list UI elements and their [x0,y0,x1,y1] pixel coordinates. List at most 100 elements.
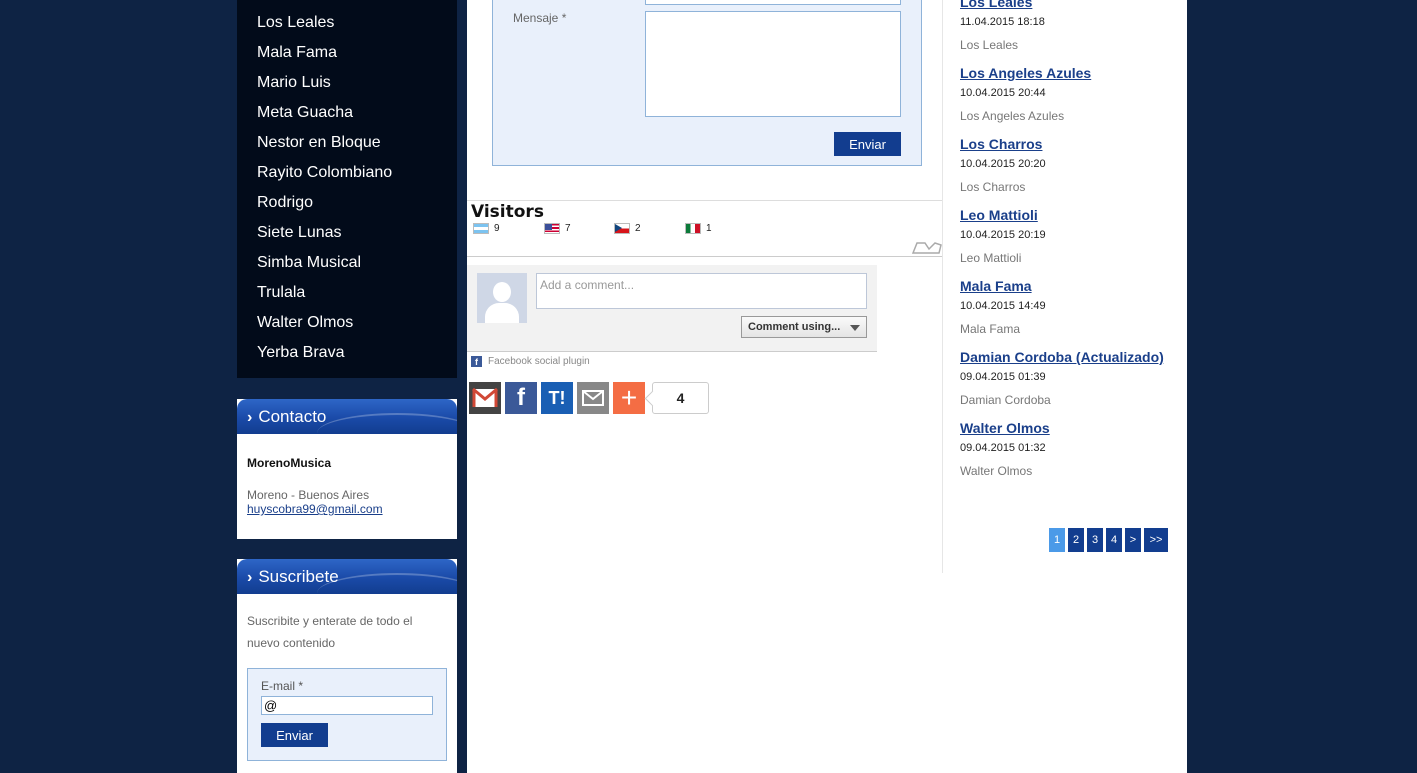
share-count: 4 [652,382,709,414]
post-item: Los Angeles Azules 10.04.2015 20:44 Los An… [960,65,1175,123]
post-date: 09.04.2015 01:32 [960,442,1046,454]
page-link[interactable]: 2 [1068,528,1084,552]
visitor-count: 9 [494,223,500,234]
czech-flag-icon [614,223,630,234]
page-link[interactable]: >> [1144,528,1168,552]
subscribe-form: E-mail * Enviar [247,668,447,761]
contact-widget: › Contacto MorenoMusica Moreno - Buenos A… [237,399,457,539]
post-date: 10.04.2015 20:20 [960,158,1046,170]
contact-email-link[interactable]: huyscobra99@gmail.com [247,502,383,516]
subscribe-email-input[interactable] [261,696,433,715]
message-label: Mensaje * [513,11,567,25]
comment-using-dropdown[interactable]: Comment using... [741,316,867,338]
visitor-count: 7 [565,223,571,234]
post-author: Leo Mattioli [960,251,1022,265]
post-date: 10.04.2015 14:49 [960,300,1046,312]
nav-item[interactable]: Siete Lunas [237,218,457,248]
artist-nav: Los Leales Mala Fama Mario Luis Meta Guacha… [237,0,457,378]
visitor-count-mx: 1 [685,223,712,234]
addthis-plus-icon[interactable]: + [613,382,645,414]
comment-input[interactable]: Add a comment... [536,273,867,309]
page-link[interactable]: 1 [1049,528,1065,552]
nav-item[interactable]: Walter Olmos [237,308,457,338]
post-item: Los Leales 11.04.2015 18:18 Los Leales [960,0,1175,52]
nav-item[interactable]: Yerba Brava [237,338,457,368]
subscribe-widget: › Suscribete Suscribite y enterate de tod… [237,559,457,773]
comment-using-label: Comment using... [748,321,841,333]
post-title-link[interactable]: Los Leales [960,0,1175,10]
facebook-comments: Add a comment... Comment using... [467,265,877,352]
chevron-right-icon: › [247,569,253,586]
nav-item[interactable]: Los Leales [237,8,457,38]
facebook-plugin-label[interactable]: f Facebook social plugin [471,356,590,367]
flagcounter-logo-icon [911,242,942,254]
facebook-plugin-text: Facebook social plugin [488,356,590,367]
email-icon[interactable] [577,382,609,414]
nav-item[interactable]: Mario Luis [237,68,457,98]
visitor-count: 2 [635,223,641,234]
avatar [477,273,527,323]
left-sidebar: Los Leales Mala Fama Mario Luis Meta Guacha… [237,0,457,378]
post-item: Damian Cordoba (Actualizado) 09.04.2015 0… [960,349,1175,407]
post-title-link[interactable]: Mala Fama [960,278,1175,294]
contact-location: Moreno - Buenos Aires [247,488,370,502]
subscribe-send-button[interactable]: Enviar [261,723,328,747]
nav-item[interactable]: Rayito Colombiano [237,158,457,188]
message-textarea[interactable] [645,11,901,117]
share-bar: f T! + 4 [469,382,709,414]
nav-item[interactable]: Trulala [237,278,457,308]
chevron-down-icon [850,325,860,331]
post-author: Damian Cordoba [960,393,1051,407]
page-link[interactable]: 4 [1106,528,1122,552]
post-date: 10.04.2015 20:19 [960,229,1046,241]
post-title-link[interactable]: Damian Cordoba (Actualizado) [960,349,1175,365]
visitor-count-ar: 9 [473,223,500,234]
post-title-link[interactable]: Walter Olmos [960,420,1175,436]
tumblr-icon[interactable]: T! [541,382,573,414]
post-title-link[interactable]: Los Angeles Azules [960,65,1175,81]
post-author: Los Angeles Azules [960,109,1065,123]
post-item: Walter Olmos 09.04.2015 01:32 Walter Olmos [960,420,1175,478]
facebook-icon: f [471,356,482,367]
visitor-count-us: 7 [544,223,571,234]
post-date: 11.04.2015 18:18 [960,16,1045,28]
nav-item[interactable]: Mala Fama [237,38,457,68]
pagination: 1 2 3 4 > >> [1049,528,1168,552]
post-author: Los Charros [960,180,1026,194]
previous-field[interactable] [645,0,901,5]
post-item: Leo Mattioli 10.04.2015 20:19 Leo Mattioli [960,207,1175,265]
subscribe-text: Suscribite y enterate de todo el nuevo c… [247,614,413,650]
nav-item[interactable]: Meta Guacha [237,98,457,128]
contact-header: › Contacto [237,399,457,434]
post-item: Los Charros 10.04.2015 20:20 Los Charros [960,136,1175,194]
post-author: Mala Fama [960,322,1021,336]
argentina-flag-icon [473,223,489,234]
post-title-link[interactable]: Los Charros [960,136,1175,152]
post-author: Los Leales [960,38,1019,52]
nav-item[interactable]: Simba Musical [237,248,457,278]
subscribe-header: › Suscribete [237,559,457,594]
email-label: E-mail * [261,679,304,693]
post-title-link[interactable]: Leo Mattioli [960,207,1175,223]
visitor-count: 1 [706,223,712,234]
mexico-flag-icon [685,223,701,234]
send-button[interactable]: Enviar [834,132,901,156]
post-author: Walter Olmos [960,464,1033,478]
post-date: 09.04.2015 01:39 [960,371,1046,383]
column-divider [942,0,943,573]
gmail-icon[interactable] [469,382,501,414]
post-date: 10.04.2015 20:44 [960,87,1046,99]
visitors-title: Visitors [471,202,544,222]
main-content: Mensaje * Enviar Visitors 9 7 2 1 Add a … [467,0,1187,773]
page-link[interactable]: 3 [1087,528,1103,552]
page-link[interactable]: > [1125,528,1141,552]
facebook-share-icon[interactable]: f [505,382,537,414]
post-item: Mala Fama 10.04.2015 14:49 Mala Fama [960,278,1175,336]
visitors-counter[interactable]: Visitors 9 7 2 1 [467,200,943,257]
contact-form: Mensaje * Enviar [492,0,922,166]
nav-item[interactable]: Rodrigo [237,188,457,218]
nav-item[interactable]: Nestor en Bloque [237,128,457,158]
chevron-right-icon: › [247,409,253,426]
recent-posts: Los Leales 11.04.2015 18:18 Los Leales Los … [960,0,1175,491]
contact-title: Contacto [258,407,327,426]
